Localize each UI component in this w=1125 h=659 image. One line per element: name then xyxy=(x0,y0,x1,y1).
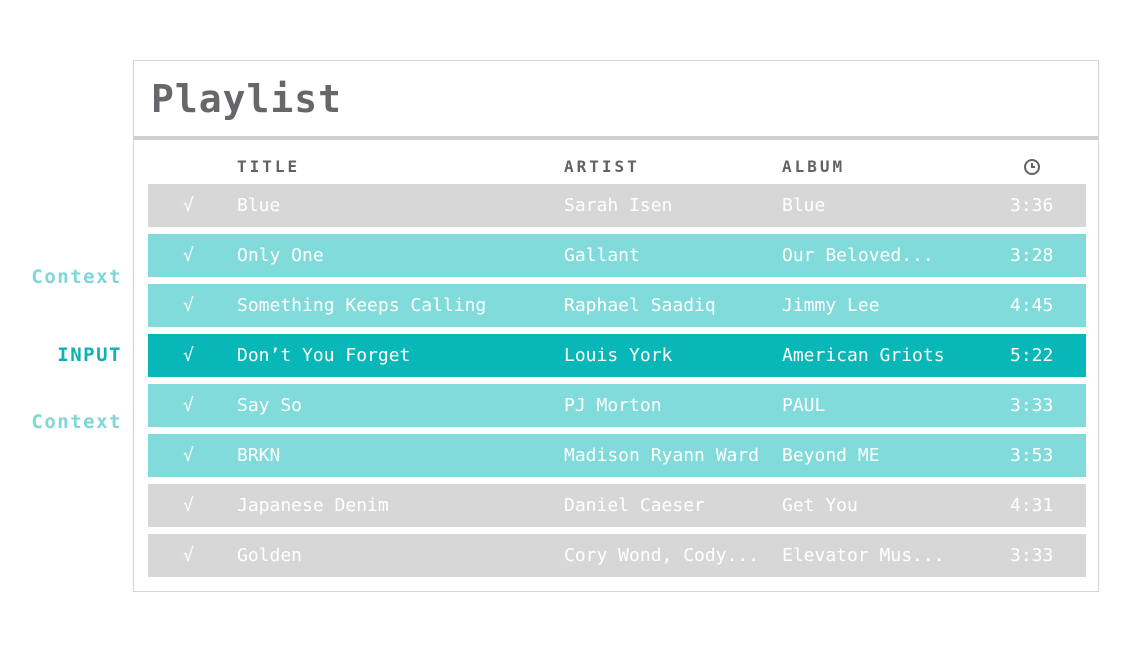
track-artist: Gallant xyxy=(564,245,640,266)
track-duration: 3:33 xyxy=(1010,395,1054,416)
context-label-top: Context xyxy=(31,266,122,288)
track-album: Our Beloved... xyxy=(782,245,934,266)
track-list: √ Blue Sarah Isen Blue 3:36 √ Only One G… xyxy=(148,184,1086,584)
check-icon[interactable]: √ xyxy=(183,284,194,327)
track-row[interactable]: √ Golden Cory Wond, Cody... Elevator Mus… xyxy=(148,534,1086,577)
track-title: BRKN xyxy=(237,445,281,466)
track-duration: 3:28 xyxy=(1010,245,1054,266)
track-title: Something Keeps Calling xyxy=(237,295,487,316)
track-row-input[interactable]: √ Don’t You Forget Louis York American G… xyxy=(148,334,1086,377)
check-icon[interactable]: √ xyxy=(183,484,194,527)
track-row[interactable]: √ BRKN Madison Ryann Ward Beyond ME 3:53 xyxy=(148,434,1086,477)
track-album: American Griots xyxy=(782,345,945,366)
column-header-artist[interactable]: ARTIST xyxy=(564,157,640,177)
track-artist: Cory Wond, Cody... xyxy=(564,545,760,566)
track-artist: Louis York xyxy=(564,345,673,366)
track-title: Blue xyxy=(237,195,281,216)
track-duration: 3:53 xyxy=(1010,445,1054,466)
check-icon[interactable]: √ xyxy=(183,234,194,277)
track-album: Elevator Mus... xyxy=(782,545,945,566)
track-duration: 4:31 xyxy=(1010,495,1054,516)
track-title: Golden xyxy=(237,545,303,566)
check-icon[interactable]: √ xyxy=(183,384,194,427)
track-row[interactable]: √ Say So PJ Morton PAUL 3:33 xyxy=(148,384,1086,427)
column-header-row: TITLE ARTIST ALBUM xyxy=(148,157,1086,177)
track-album: Blue xyxy=(782,195,826,216)
track-duration: 3:36 xyxy=(1010,195,1054,216)
track-album: Beyond ME xyxy=(782,445,880,466)
track-row[interactable]: √ Something Keeps Calling Raphael Saadiq… xyxy=(148,284,1086,327)
clock-icon[interactable] xyxy=(1023,158,1041,181)
track-artist: Madison Ryann Ward xyxy=(564,445,760,466)
track-album: PAUL xyxy=(782,395,826,416)
track-title: Don’t You Forget xyxy=(237,345,411,366)
playlist-panel: Playlist TITLE ARTIST ALBUM √ Blue Sarah… xyxy=(133,60,1099,592)
track-artist: Daniel Caeser xyxy=(564,495,705,516)
check-icon[interactable]: √ xyxy=(183,534,194,577)
track-duration: 4:45 xyxy=(1010,295,1054,316)
track-album: Jimmy Lee xyxy=(782,295,880,316)
track-title: Japanese Denim xyxy=(237,495,389,516)
column-header-album[interactable]: ALBUM xyxy=(782,157,845,177)
track-duration: 5:22 xyxy=(1010,345,1054,366)
check-icon[interactable]: √ xyxy=(183,334,194,377)
track-album: Get You xyxy=(782,495,858,516)
track-title: Say So xyxy=(237,395,303,416)
input-label: INPUT xyxy=(57,344,122,366)
track-artist: PJ Morton xyxy=(564,395,662,416)
track-row[interactable]: √ Japanese Denim Daniel Caeser Get You 4… xyxy=(148,484,1086,527)
track-artist: Raphael Saadiq xyxy=(564,295,716,316)
track-row[interactable]: √ Blue Sarah Isen Blue 3:36 xyxy=(148,184,1086,227)
track-duration: 3:33 xyxy=(1010,545,1054,566)
column-header-title[interactable]: TITLE xyxy=(237,157,300,177)
check-icon[interactable]: √ xyxy=(183,434,194,477)
track-artist: Sarah Isen xyxy=(564,195,673,216)
playlist-title: Playlist xyxy=(134,61,1098,140)
track-row[interactable]: √ Only One Gallant Our Beloved... 3:28 xyxy=(148,234,1086,277)
context-label-bottom: Context xyxy=(31,411,122,433)
track-title: Only One xyxy=(237,245,324,266)
check-icon[interactable]: √ xyxy=(183,184,194,227)
